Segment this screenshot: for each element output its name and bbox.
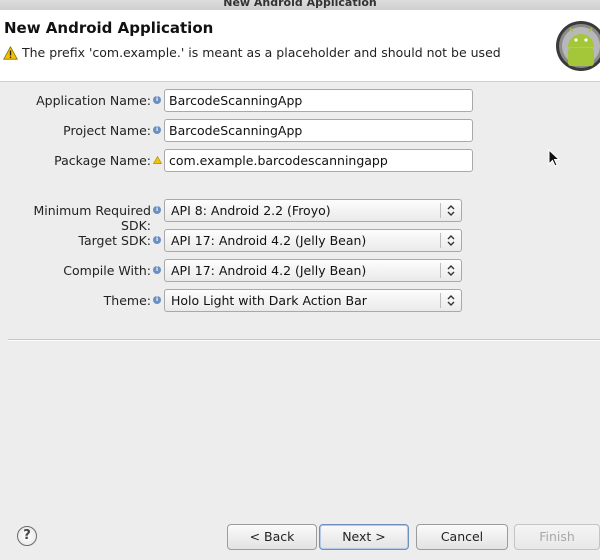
info-icon[interactable]: i xyxy=(153,206,161,214)
combo-separator xyxy=(440,203,441,218)
theme-value: Holo Light with Dark Action Bar xyxy=(171,293,367,308)
info-icon[interactable]: i xyxy=(153,266,161,274)
project-name-field[interactable]: BarcodeScanningApp xyxy=(164,119,473,142)
window-titlebar: New Android Application xyxy=(0,0,600,10)
banner-message: The prefix 'com.example.' is meant as a … xyxy=(22,45,501,60)
application-name-field[interactable]: BarcodeScanningApp xyxy=(164,89,473,112)
compile-with-label: Compile With: xyxy=(63,263,151,278)
theme-select[interactable]: Holo Light with Dark Action Bar xyxy=(164,289,462,312)
project-name-label: Project Name: xyxy=(63,123,151,138)
up-down-arrow-icon xyxy=(447,295,455,306)
package-name-field[interactable]: com.example.barcodescanningapp xyxy=(164,149,473,172)
banner-title: New Android Application xyxy=(4,19,214,37)
target-sdk-label: Target SDK: xyxy=(78,233,151,248)
back-button[interactable]: < Back xyxy=(227,524,317,550)
finish-button[interactable]: Finish xyxy=(514,524,600,550)
up-down-arrow-icon xyxy=(447,235,455,246)
up-down-arrow-icon xyxy=(447,205,455,216)
target-sdk-value: API 17: Android 4.2 (Jelly Bean) xyxy=(171,233,367,248)
min-sdk-value: API 8: Android 2.2 (Froyo) xyxy=(171,203,331,218)
info-icon[interactable]: i xyxy=(153,96,161,104)
combo-separator xyxy=(440,293,441,308)
theme-label: Theme: xyxy=(103,293,151,308)
compile-with-select[interactable]: API 17: Android 4.2 (Jelly Bean) xyxy=(164,259,462,282)
info-icon[interactable]: i xyxy=(153,236,161,244)
combo-separator xyxy=(440,233,441,248)
compile-with-value: API 17: Android 4.2 (Jelly Bean) xyxy=(171,263,367,278)
application-name-label: Application Name: xyxy=(36,93,151,108)
wizard-banner: New Android Application The prefix 'com.… xyxy=(0,10,600,82)
up-down-arrow-icon xyxy=(447,265,455,276)
info-icon[interactable]: i xyxy=(153,126,161,134)
info-icon[interactable]: i xyxy=(153,296,161,304)
target-sdk-select[interactable]: API 17: Android 4.2 (Jelly Bean) xyxy=(164,229,462,252)
min-sdk-select[interactable]: API 8: Android 2.2 (Froyo) xyxy=(164,199,462,222)
window-title: New Android Application xyxy=(223,0,377,9)
package-name-label: Package Name: xyxy=(54,153,151,168)
next-button[interactable]: Next > xyxy=(319,524,409,550)
cancel-button[interactable]: Cancel xyxy=(416,524,508,550)
warning-icon xyxy=(3,46,18,60)
combo-separator xyxy=(440,263,441,278)
warning-icon[interactable] xyxy=(153,156,162,164)
form-divider xyxy=(8,339,600,341)
mouse-cursor-icon xyxy=(548,149,560,167)
android-logo-icon xyxy=(556,21,600,71)
min-sdk-label: Minimum Required SDK: xyxy=(33,203,151,233)
help-button[interactable]: ? xyxy=(17,526,37,546)
